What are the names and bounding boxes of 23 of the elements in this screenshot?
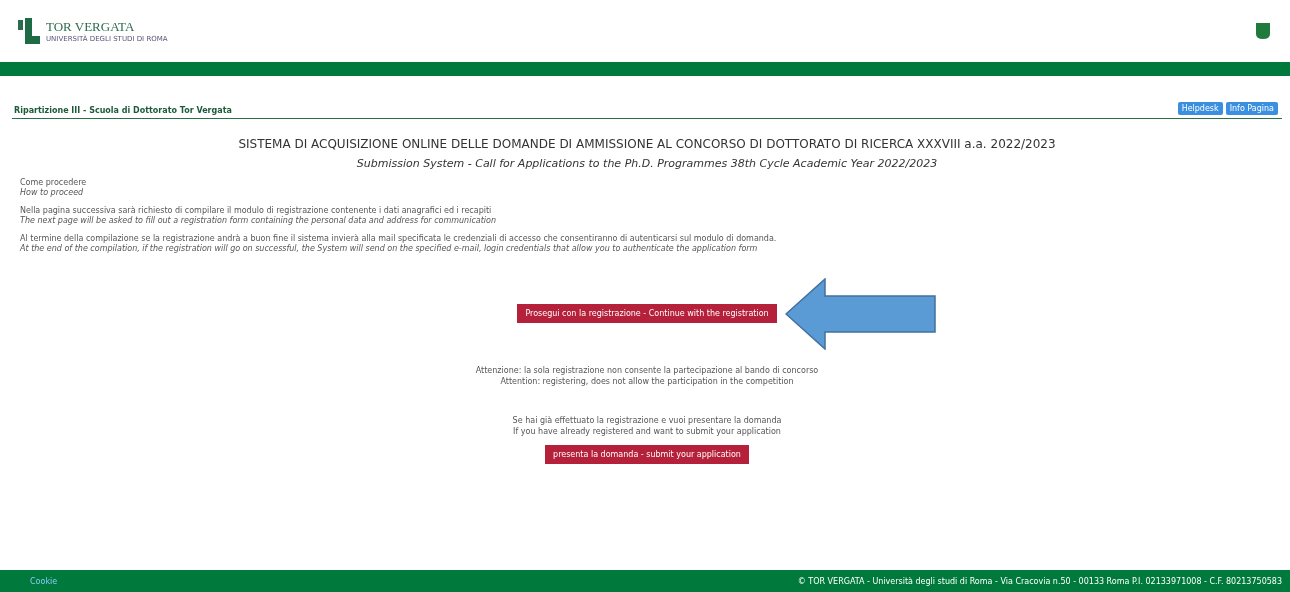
- header-button[interactable]: Helpdesk: [1177, 102, 1223, 115]
- english-text: How to proceed: [20, 188, 85, 198]
- header-button[interactable]: Info Pagina: [1225, 102, 1278, 115]
- italian-text: Nella pagina successiva sarà richiesto di compilare il modulo di registrazione contenente i dati anagrafici ed i recapiti: [20, 206, 493, 216]
- register-button[interactable]: Prosegui con la registrazione - Continue with the registration: [517, 304, 777, 323]
- english-text: At the end of the compilation, if the registration will go on successful, the System will send on the specified e-mail, login credentials that allow you to authenticate the application form: [20, 244, 759, 254]
- university-logo-icon: [18, 18, 40, 44]
- notice-text: Attenzione: la sola registrazione non consente la partecipazione al bando di concorso: [475, 365, 819, 376]
- notice-text: Attention: registering, does not allow the participation in the competition: [500, 376, 794, 387]
- english-text: The next page will be asked to fill out a registration form containing the personal data and address for communication: [20, 216, 497, 226]
- page-subtitle: Submission System - Call for Applications to the Ph.D. Programmes 38th Cycle Academic Year 2022/2023: [355, 157, 939, 170]
- footer-copyright: © TOR VERGATA - Università degli studi di Roma - Via Cracovia n.50 - 00133 Roma P.I. 02133971008 - C.F. 80213750583: [797, 576, 1282, 586]
- info-text: If you have already registered and want to submit your application: [513, 426, 781, 437]
- footer-link[interactable]: Cookie: [30, 576, 58, 586]
- section-title: Ripartizione III - Scuola di Dottorato Tor Vergata: [14, 106, 232, 115]
- italian-text: Come procedere: [20, 178, 88, 188]
- logo-title: TOR VERGATA: [46, 19, 136, 34]
- submit-button[interactable]: presenta la domanda - submit your application: [545, 445, 749, 464]
- info-text: Se hai già effettuato la registrazione e vuoi presentare la domanda: [512, 415, 782, 426]
- italian-text: Al termine della compilazione se la registrazione andrà a buon fine il sistema invierà alla mail specificata le credenziali di accesso che consentiranno di autenticarsi sul modulo di domanda.: [20, 234, 778, 244]
- left-arrow-icon: [785, 278, 937, 350]
- shield-icon: [1256, 23, 1270, 39]
- page-title: SISTEMA DI ACQUISIZIONE ONLINE DELLE DOMANDE DI AMMISSIONE AL CONCORSO DI DOTTORATO DI RICERCA XXXVIII a.a. 2022/2023: [237, 137, 1057, 151]
